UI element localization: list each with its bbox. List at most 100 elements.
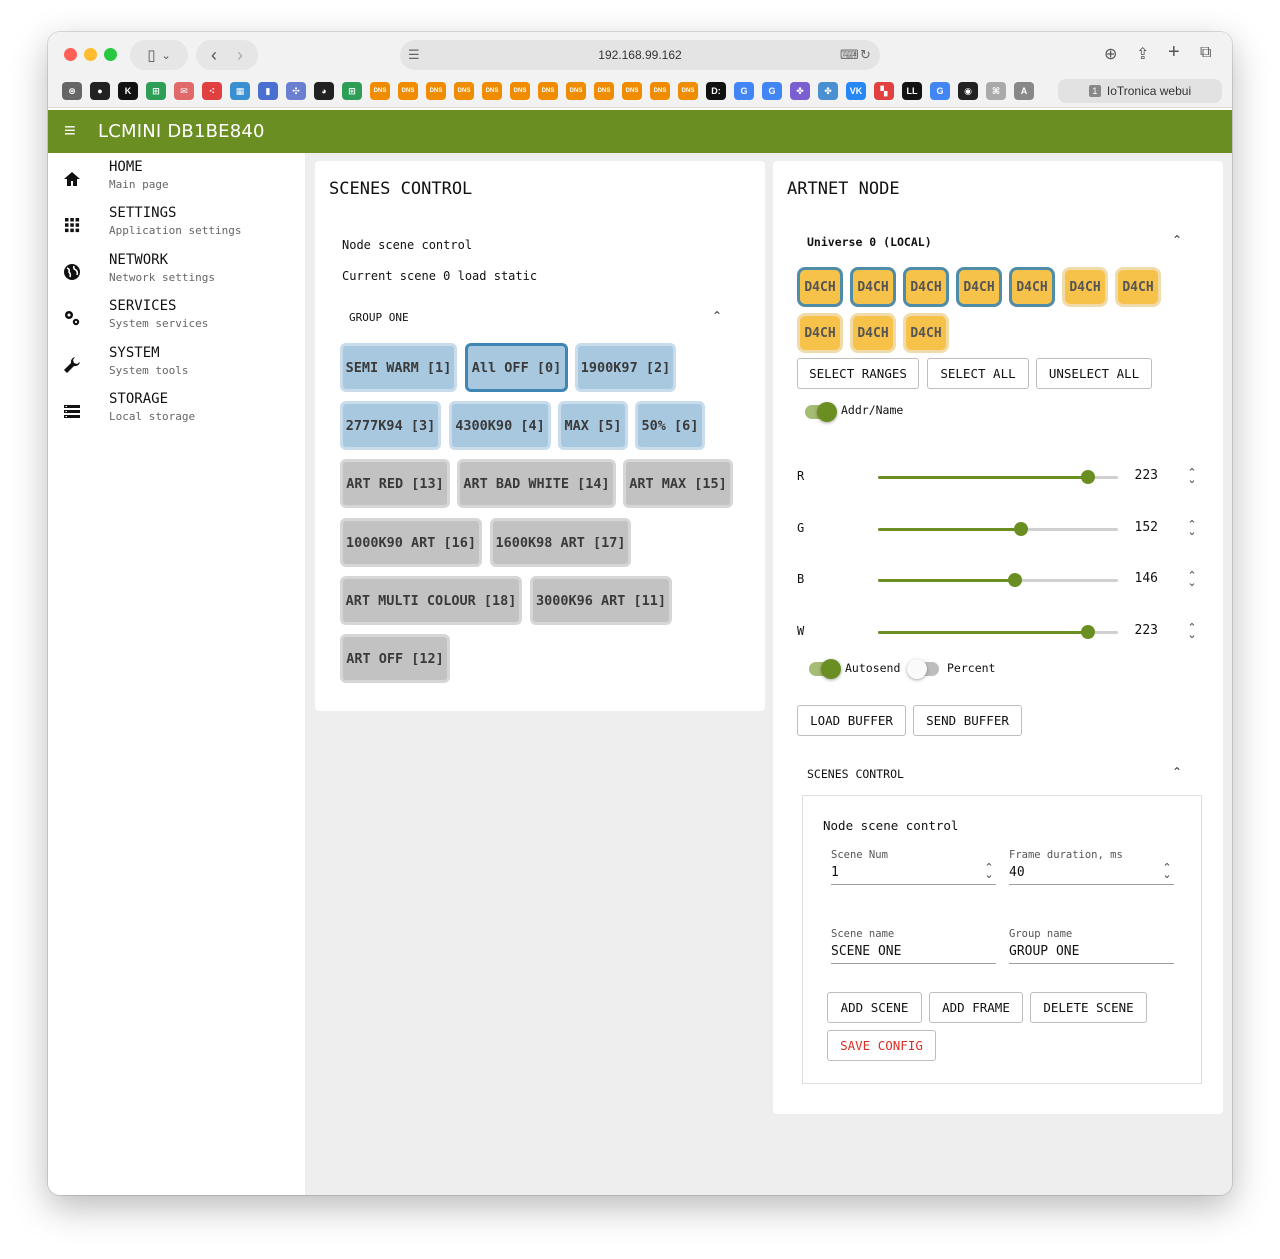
channel-slider[interactable] — [878, 521, 1118, 536]
sidebar-item-home[interactable]: HOME Main page — [48, 159, 306, 205]
reload-icon[interactable]: ↻ — [860, 47, 871, 63]
translate-icon[interactable]: ⌨ — [840, 47, 859, 63]
a-icon[interactable]: A — [1014, 82, 1034, 100]
apps-icon[interactable]: ✤ — [818, 82, 838, 100]
percent-toggle[interactable] — [907, 659, 939, 679]
network-icon[interactable]: ✣ — [286, 82, 306, 100]
scene-button[interactable]: 3000K96 ART [11] — [530, 576, 672, 625]
add-scene-button[interactable]: ADD SCENE — [827, 992, 922, 1023]
autosend-toggle[interactable] — [809, 659, 841, 679]
dots-icon[interactable]: ⁖ — [202, 82, 222, 100]
scene-button[interactable]: 4300K90 [4] — [449, 401, 551, 450]
vk-icon[interactable]: VK — [846, 82, 866, 100]
sidebar-item-storage[interactable]: STORAGE Local storage — [48, 391, 306, 437]
scene-button[interactable]: ART BAD WHITE [14] — [457, 459, 616, 508]
browser-tab[interactable]: 1 IoTronica webui — [1058, 79, 1222, 103]
d-icon[interactable]: D: — [706, 82, 726, 100]
scene-button[interactable]: 1600K98 ART [17] — [490, 518, 631, 567]
unselect-all-button[interactable]: UNSELECT ALL — [1036, 358, 1152, 389]
dns-icon[interactable]: DNS — [454, 82, 474, 100]
dns-icon[interactable]: DNS — [398, 82, 418, 100]
stepper-icon[interactable]: ⌃ ⌄ — [984, 863, 994, 881]
dns-icon[interactable]: DNS — [426, 82, 446, 100]
dns-icon[interactable]: DNS — [510, 82, 530, 100]
dns-icon[interactable]: DNS — [622, 82, 642, 100]
scenes-section-header[interactable]: SCENES CONTROL ⌃ — [797, 763, 1197, 785]
send-buffer-button[interactable]: SEND BUFFER — [913, 705, 1022, 736]
slider-thumb[interactable] — [1080, 470, 1095, 484]
scene-button[interactable]: 1900K97 [2] — [575, 343, 676, 392]
sheets2-icon[interactable]: ⊞ — [342, 82, 362, 100]
scene-button[interactable]: ART RED [13] — [340, 459, 450, 508]
universe-header[interactable]: Universe 0 (LOCAL) ⌃ — [797, 231, 1197, 253]
k-icon[interactable]: K — [118, 82, 138, 100]
channel-value[interactable]: 152 — [1118, 520, 1158, 535]
dns-icon[interactable]: DNS — [482, 82, 502, 100]
dns-icon[interactable]: DNS — [594, 82, 614, 100]
github-icon[interactable]: ◉ — [958, 82, 978, 100]
group-name-input[interactable] — [1009, 940, 1174, 964]
share-icon[interactable]: ⇪ — [1136, 44, 1149, 64]
scene-button[interactable]: MAX [5] — [558, 401, 628, 450]
scene-button[interactable]: 2777K94 [3] — [340, 401, 441, 450]
slider-thumb[interactable] — [1014, 521, 1029, 536]
scene-button[interactable]: ART MULTI COLOUR [18] — [340, 576, 522, 625]
address-bar[interactable]: ☰ 192.168.99.162 ⌨ ↻ — [400, 40, 880, 70]
stepper-icon[interactable]: ⌃ ⌄ — [1187, 468, 1197, 486]
scene-button[interactable]: ART OFF [12] — [340, 634, 450, 683]
sidebar-toggle-button[interactable]: ▯ ⌄ — [130, 40, 188, 70]
add-frame-button[interactable]: ADD FRAME — [929, 992, 1023, 1023]
apps-icon[interactable]: ✤ — [790, 82, 810, 100]
stepper-icon[interactable]: ⌃ ⌄ — [1162, 863, 1172, 881]
cmd-icon[interactable]: ⌘ — [986, 82, 1006, 100]
stepper-icon[interactable]: ⌃ ⌄ — [1187, 622, 1197, 640]
sidebar-item-services[interactable]: SERVICES System services — [48, 298, 306, 344]
google-icon[interactable]: G — [930, 82, 950, 100]
dns-icon[interactable]: DNS — [370, 82, 390, 100]
addr-name-toggle[interactable] — [805, 402, 837, 422]
openai-icon[interactable]: ⊛ — [62, 82, 82, 100]
slider-thumb[interactable] — [1080, 624, 1095, 639]
ll-icon[interactable]: LL — [902, 82, 922, 100]
device-tile[interactable]: D4CH — [1009, 267, 1055, 307]
google-icon[interactable]: G — [762, 82, 782, 100]
device-tile[interactable]: D4CH — [956, 267, 1002, 307]
grid-icon[interactable]: ▚ — [874, 82, 894, 100]
device-tile[interactable]: D4CH — [850, 313, 896, 353]
channel-value[interactable]: 223 — [1118, 468, 1158, 483]
sidebar-item-settings[interactable]: SETTINGS Application settings — [48, 205, 306, 251]
device-tile[interactable]: D4CH — [1115, 267, 1161, 307]
dns-icon[interactable]: DNS — [650, 82, 670, 100]
stepper-icon[interactable]: ⌃ ⌄ — [1187, 519, 1197, 537]
stepper-icon[interactable]: ⌃ ⌄ — [1187, 571, 1197, 589]
save-config-button[interactable]: SAVE CONFIG — [827, 1030, 936, 1061]
forward-icon[interactable]: › — [237, 45, 243, 66]
channel-slider[interactable] — [878, 624, 1118, 639]
device-tile[interactable]: D4CH — [850, 267, 896, 307]
device-tile[interactable]: D4CH — [903, 267, 949, 307]
channel-slider[interactable] — [878, 573, 1118, 587]
dns-icon[interactable]: DNS — [566, 82, 586, 100]
downloads-icon[interactable]: ⊕ — [1104, 44, 1117, 64]
device-tile[interactable]: D4CH — [903, 313, 949, 353]
scene-button[interactable]: All OFF [0] — [465, 343, 568, 392]
scene-button[interactable]: SEMI WARM [1] — [340, 343, 457, 392]
frame-duration-input[interactable] — [1009, 861, 1174, 885]
dns-icon[interactable]: DNS — [538, 82, 558, 100]
dns-icon[interactable]: DNS — [678, 82, 698, 100]
new-tab-icon[interactable]: + — [1168, 41, 1180, 64]
sidebar-item-system[interactable]: SYSTEM System tools — [48, 345, 306, 391]
minimize-window-button[interactable] — [84, 48, 97, 61]
group-one-header[interactable]: GROUP ONE ⌃ — [342, 307, 732, 329]
menu-icon[interactable]: ≡ — [64, 120, 76, 143]
channel-slider[interactable] — [878, 470, 1118, 484]
scene-button[interactable]: ART MAX [15] — [623, 459, 733, 508]
scene-button[interactable]: 50% [6] — [635, 401, 705, 450]
device-tile[interactable]: D4CH — [797, 267, 843, 307]
sheets-icon[interactable]: ⊞ — [146, 82, 166, 100]
google-icon[interactable]: G — [734, 82, 754, 100]
gauge-icon[interactable]: ◕ — [314, 82, 334, 100]
back-icon[interactable]: ‹ — [211, 45, 217, 66]
bars-icon[interactable]: ▮ — [258, 82, 278, 100]
load-buffer-button[interactable]: LOAD BUFFER — [797, 705, 906, 736]
